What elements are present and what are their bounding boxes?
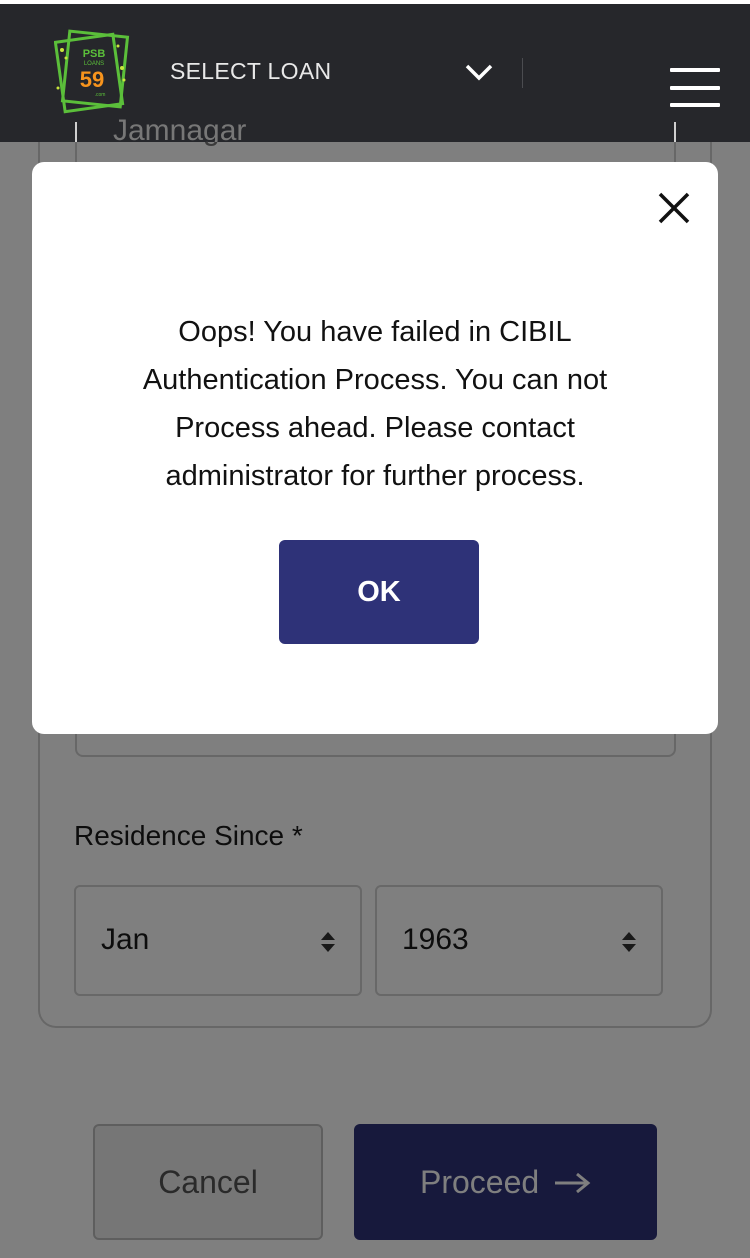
logo-text-1: PSB	[83, 48, 106, 60]
status-strip	[0, 0, 750, 4]
logo-icon[interactable]: PSB LOANS 59 .com	[54, 28, 130, 116]
close-icon[interactable]	[654, 188, 694, 228]
hamburger-menu-icon[interactable]	[670, 68, 720, 108]
logo-text-3: 59	[80, 67, 104, 92]
select-loan-label[interactable]: SELECT LOAN	[170, 58, 331, 85]
logo-text-4: .com	[95, 92, 106, 98]
ok-button[interactable]: OK	[279, 540, 479, 644]
chevron-down-icon[interactable]	[463, 60, 495, 84]
header-divider	[522, 58, 523, 88]
error-message: Oops! You have failed in CIBIL Authentic…	[142, 316, 608, 492]
error-dialog: Oops! You have failed in CIBIL Authentic…	[32, 162, 718, 734]
